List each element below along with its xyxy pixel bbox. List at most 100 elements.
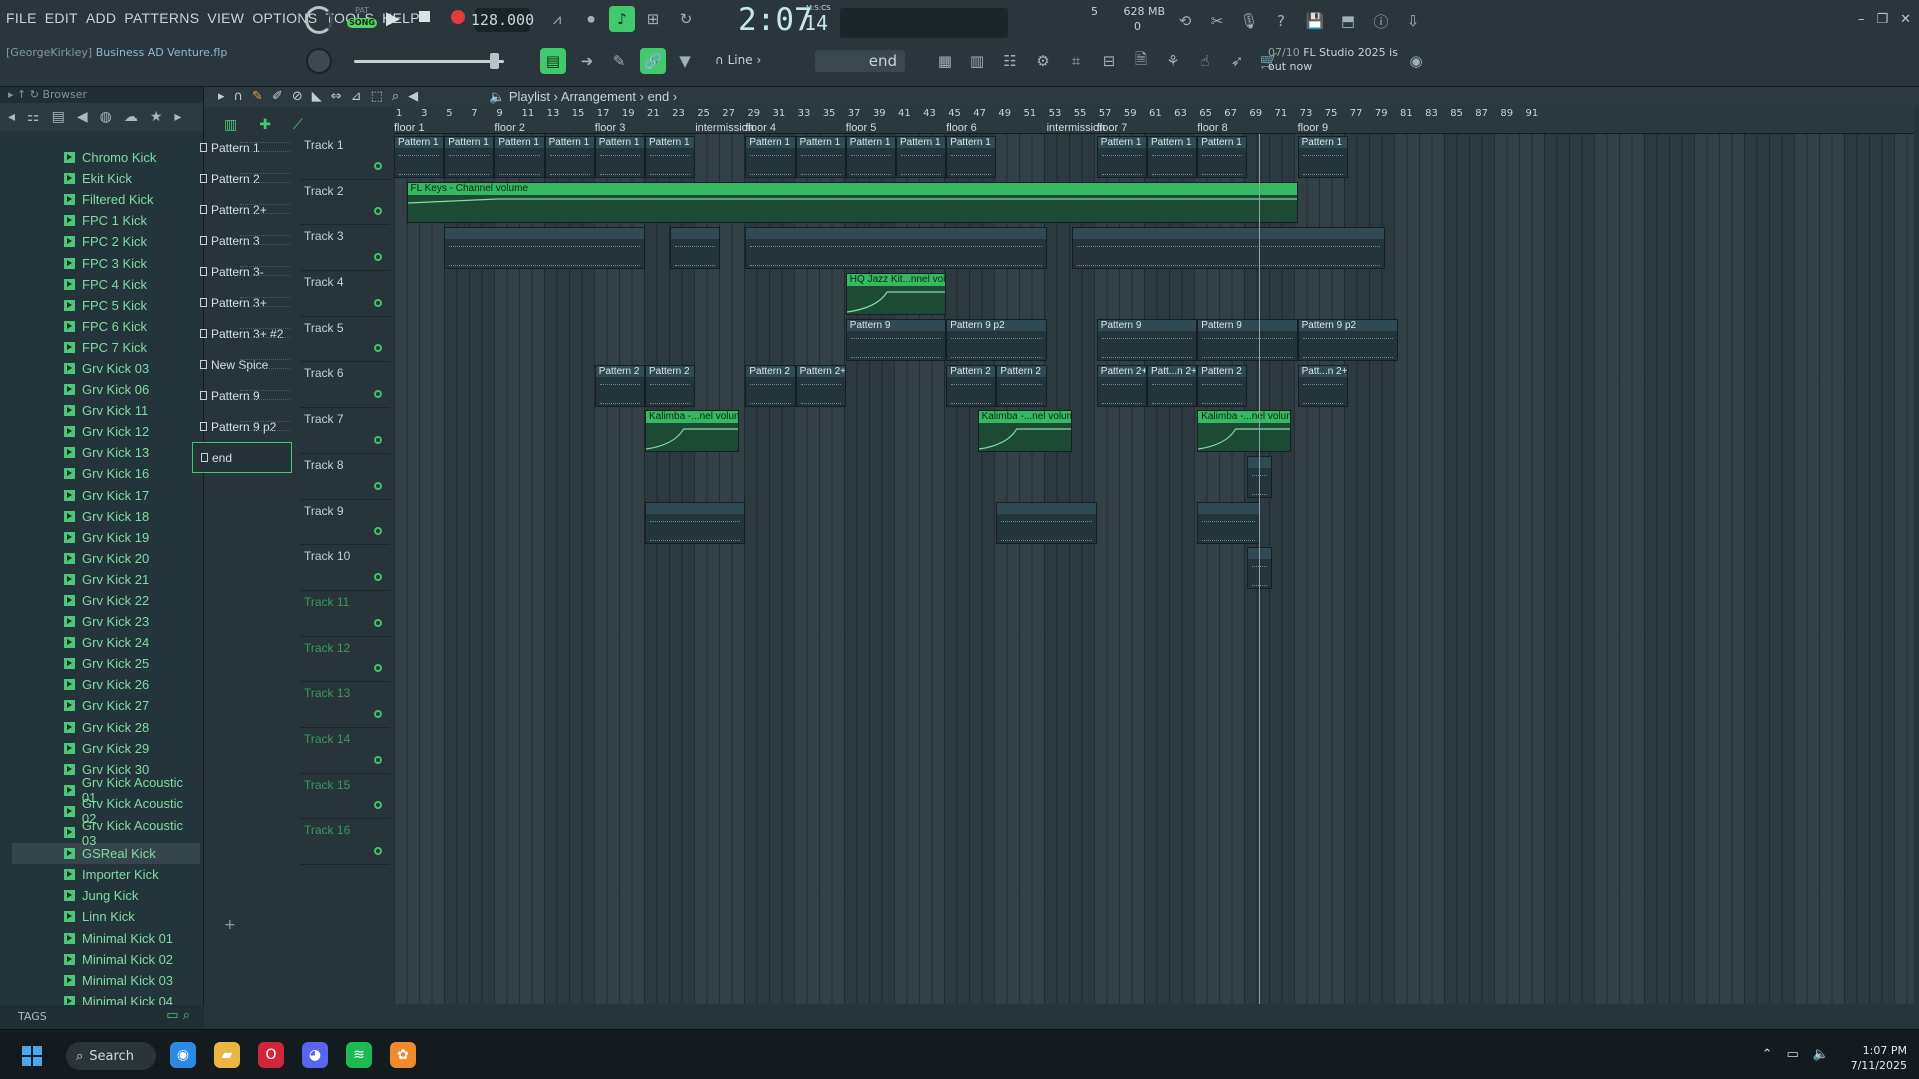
browser-item[interactable]: FPC 5 Kick	[12, 295, 200, 316]
browser-item[interactable]: Chromo Kick	[12, 147, 200, 168]
menu-view[interactable]: VIEW	[207, 10, 244, 26]
pattern-clip[interactable]: Pattern 2	[645, 364, 696, 407]
pattern-clip[interactable]: Pattern 9	[845, 318, 947, 361]
step-edit-icon[interactable]: ♪	[609, 6, 635, 32]
stop-button[interactable]	[419, 11, 430, 22]
pattern-clip[interactable]	[670, 227, 721, 270]
piano-roll-icon[interactable]: ▥	[964, 48, 990, 74]
timeline-marker[interactable]: floor 9	[1298, 122, 1329, 134]
snap-selector[interactable]: ∩ Line ›	[715, 53, 785, 71]
star-icon[interactable]: ★	[150, 109, 163, 125]
track-header[interactable]: Track 6	[300, 362, 390, 409]
globe-icon[interactable]: ◍	[100, 109, 112, 125]
save-icon[interactable]: 💾	[1302, 8, 1328, 34]
master-pitch-knob[interactable]	[306, 48, 332, 74]
timeline-marker[interactable]: floor 5	[846, 122, 877, 134]
download-icon[interactable]: ⇩	[1400, 8, 1426, 34]
system-clock[interactable]: 1:07 PM 7/11/2025	[1851, 1043, 1907, 1073]
pattern-clip[interactable]: Pattern 2+	[795, 364, 846, 407]
track-enable-led[interactable]	[374, 435, 382, 444]
browser-item[interactable]: FPC 4 Kick	[12, 274, 200, 295]
playlist-view-icon[interactable]: ▤	[540, 48, 566, 74]
pattern-clip[interactable]: Pattern 1	[645, 136, 696, 178]
forward-icon[interactable]: ▸	[174, 109, 181, 125]
file-tab-icon[interactable]: ▤	[52, 109, 65, 125]
browser-item[interactable]: Grv Kick 25	[12, 653, 200, 674]
pattern-clip[interactable]	[1071, 227, 1386, 270]
browser-item[interactable]: Grv Kick 26	[12, 674, 200, 695]
arrow-icon[interactable]: ▸ ↑ ↻	[8, 88, 42, 101]
audio-clip-icon[interactable]: ✚	[259, 117, 271, 133]
back-icon[interactable]: ◂	[8, 109, 15, 125]
link-icon[interactable]: 🔗	[640, 48, 666, 74]
track-header[interactable]: Track 9	[300, 500, 390, 546]
track-header[interactable]: Track 13	[300, 682, 390, 728]
browser-item[interactable]: FPC 6 Kick	[12, 316, 200, 337]
browser-item[interactable]: Grv Kick 21	[12, 569, 200, 590]
plugin-icon[interactable]: ⚙	[1030, 48, 1056, 74]
pattern-clip[interactable]: Pattern 2	[594, 364, 645, 407]
pattern-item[interactable]: Pattern 3	[192, 225, 292, 256]
menu-file[interactable]: FILE	[6, 10, 37, 26]
pattern-item[interactable]: Pattern 3-	[192, 256, 292, 287]
pattern-clip[interactable]: Pattern 1	[1147, 136, 1198, 178]
pattern-clip[interactable]	[996, 501, 1097, 544]
track-enable-led[interactable]	[374, 755, 382, 764]
playback-tool-icon[interactable]: ◀	[408, 89, 418, 104]
timeline-marker[interactable]: floor 2	[494, 122, 525, 134]
browser-item[interactable]: Grv Kick 12	[12, 421, 200, 442]
minimize-icon[interactable]: –	[1858, 12, 1865, 27]
browser-item[interactable]: Minimal Kick 03	[12, 970, 200, 991]
automation-icon[interactable]: ⟋	[293, 117, 303, 133]
pattern-clip[interactable]: Pattern 2	[946, 364, 997, 407]
pattern-clip[interactable]: Pattern 9 p2	[1297, 318, 1398, 361]
track-enable-led[interactable]	[374, 161, 382, 170]
timeline-marker[interactable]: floor 7	[1097, 122, 1128, 134]
breadcrumb-playlist[interactable]: Playlist	[509, 89, 550, 104]
pattern-clip[interactable]	[444, 227, 645, 270]
browser-item[interactable]: FPC 3 Kick	[12, 252, 200, 273]
pattern-clip[interactable]: Pattern 1	[544, 136, 595, 178]
timeline-marker[interactable]: floor 6	[946, 122, 977, 134]
timeline-marker[interactable]: floor 8	[1197, 122, 1228, 134]
pattern-item[interactable]: Pattern 3+ #2	[192, 318, 292, 349]
automation-clip[interactable]: Kalimba -...nel volume	[1197, 410, 1292, 453]
piano-icon[interactable]: ▥	[224, 117, 237, 133]
network-icon[interactable]: ▭	[1787, 1047, 1799, 1062]
pencil-icon[interactable]: ✎	[606, 48, 632, 74]
pattern-clip[interactable]: Pattern 1	[896, 136, 947, 178]
track-header[interactable]: Track 14	[300, 728, 390, 774]
search-icon[interactable]: ▭ ⌕	[166, 1008, 190, 1023]
close-icon[interactable]: ✕	[1900, 12, 1911, 27]
browser-item[interactable]: Minimal Kick 01	[12, 927, 200, 948]
timeline-marker[interactable]: floor 1	[394, 122, 425, 134]
browser-item[interactable]: Grv Kick 19	[12, 527, 200, 548]
play-button[interactable]: ▶	[386, 8, 400, 29]
browser-item[interactable]: Grv Kick 20	[12, 548, 200, 569]
mixer-icon[interactable]: ☷	[997, 48, 1023, 74]
track-enable-led[interactable]	[374, 390, 382, 399]
file-icon[interactable]: 🗎	[1128, 48, 1154, 74]
track-header[interactable]: Track 5	[300, 317, 390, 363]
render-icon[interactable]: ⬒	[1335, 8, 1361, 34]
pattern-clip[interactable]: Pattern 1	[1197, 136, 1248, 178]
track-header[interactable]: Track 4	[300, 271, 390, 317]
browser-item[interactable]: Ekit Kick	[12, 168, 200, 189]
browser-item[interactable]: Grv Kick 27	[12, 695, 200, 716]
track-header[interactable]: Track 12	[300, 637, 390, 683]
playhead[interactable]	[1259, 134, 1260, 1004]
pattern-clip[interactable]: Pattern 1	[1096, 136, 1147, 178]
add-icon[interactable]: +	[224, 917, 236, 933]
pattern-clip[interactable]: Pattern 2	[1197, 364, 1248, 407]
browser-item[interactable]: Grv Kick 03	[12, 358, 200, 379]
mute-tool-icon[interactable]: ◣	[312, 89, 322, 104]
pattern-clip[interactable]: Pattern 1	[394, 136, 445, 178]
timeline-marker[interactable]: floor 4	[745, 122, 776, 134]
info-icon[interactable]: ⓘ	[1368, 8, 1394, 34]
metronome-icon[interactable]: ⩘	[544, 6, 570, 32]
browser-item[interactable]: Minimal Kick 02	[12, 949, 200, 970]
pattern-clip[interactable]: Pattern 1	[845, 136, 896, 178]
breadcrumb-pattern[interactable]: end	[648, 89, 670, 104]
pattern-clip[interactable]: Pattern 9	[1197, 318, 1298, 361]
blend-notes-icon[interactable]: ⊞	[640, 6, 666, 32]
